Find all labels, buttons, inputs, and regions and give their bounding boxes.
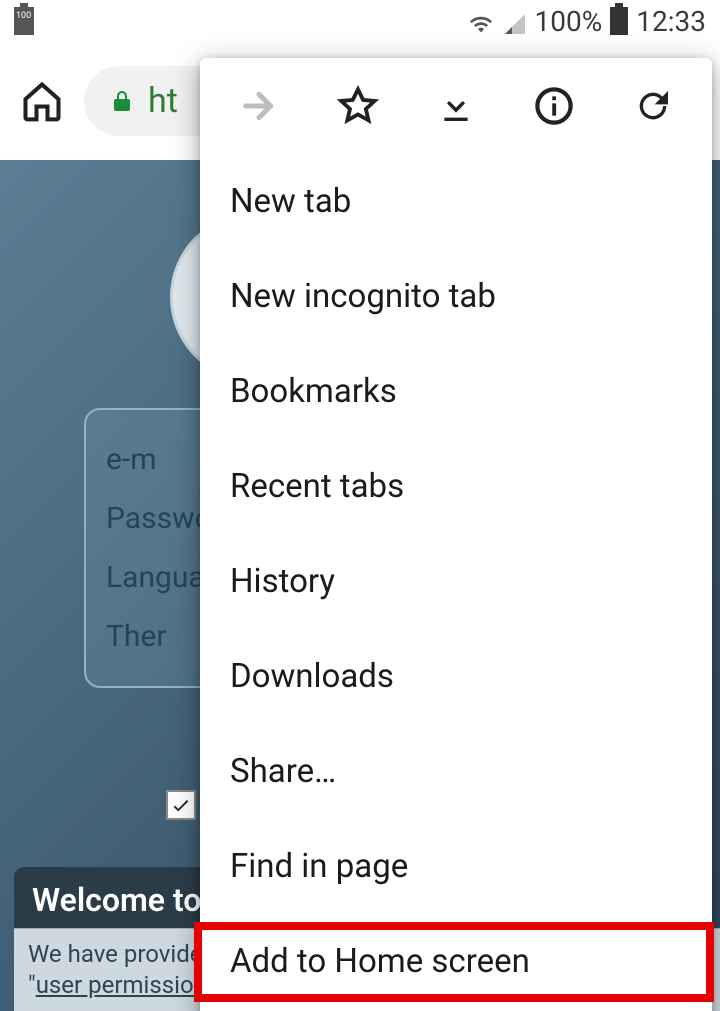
menu-item-share[interactable]: Share… (200, 724, 712, 819)
info-text: We have provided (28, 940, 216, 968)
overflow-menu: New tab New incognito tab Bookmarks Rece… (200, 58, 712, 1011)
menu-item-history[interactable]: History (200, 534, 712, 629)
signal-icon (503, 10, 527, 32)
checkbox-icon[interactable] (166, 790, 196, 820)
url-text: ht (148, 81, 178, 121)
battery-icon (610, 7, 628, 35)
menu-item-find[interactable]: Find in page (200, 819, 712, 914)
menu-item-add-home[interactable]: Add to Home screen (200, 914, 712, 1009)
battery-small-icon: 100 (14, 7, 34, 35)
battery-percent: 100% (535, 5, 603, 38)
home-icon[interactable] (20, 79, 64, 123)
status-bar: 100 100% 12:33 (0, 0, 720, 42)
menu-item-recent-tabs[interactable]: Recent tabs (200, 439, 712, 534)
menu-item-new-tab[interactable]: New tab (200, 154, 712, 249)
menu-item-bookmarks[interactable]: Bookmarks (200, 344, 712, 439)
battery-small-label: 100 (16, 11, 31, 21)
reload-icon[interactable] (631, 84, 675, 128)
wifi-icon (467, 10, 495, 32)
info-icon[interactable] (532, 84, 576, 128)
lock-icon (110, 87, 134, 115)
download-icon[interactable] (434, 84, 478, 128)
menu-item-incognito[interactable]: New incognito tab (200, 249, 712, 344)
forward-icon[interactable] (237, 84, 281, 128)
menu-item-downloads[interactable]: Downloads (200, 629, 712, 724)
clock: 12:33 (636, 5, 706, 38)
menu-icon-row (200, 58, 712, 154)
star-icon[interactable] (336, 84, 380, 128)
info-link[interactable]: user permission (36, 971, 207, 999)
